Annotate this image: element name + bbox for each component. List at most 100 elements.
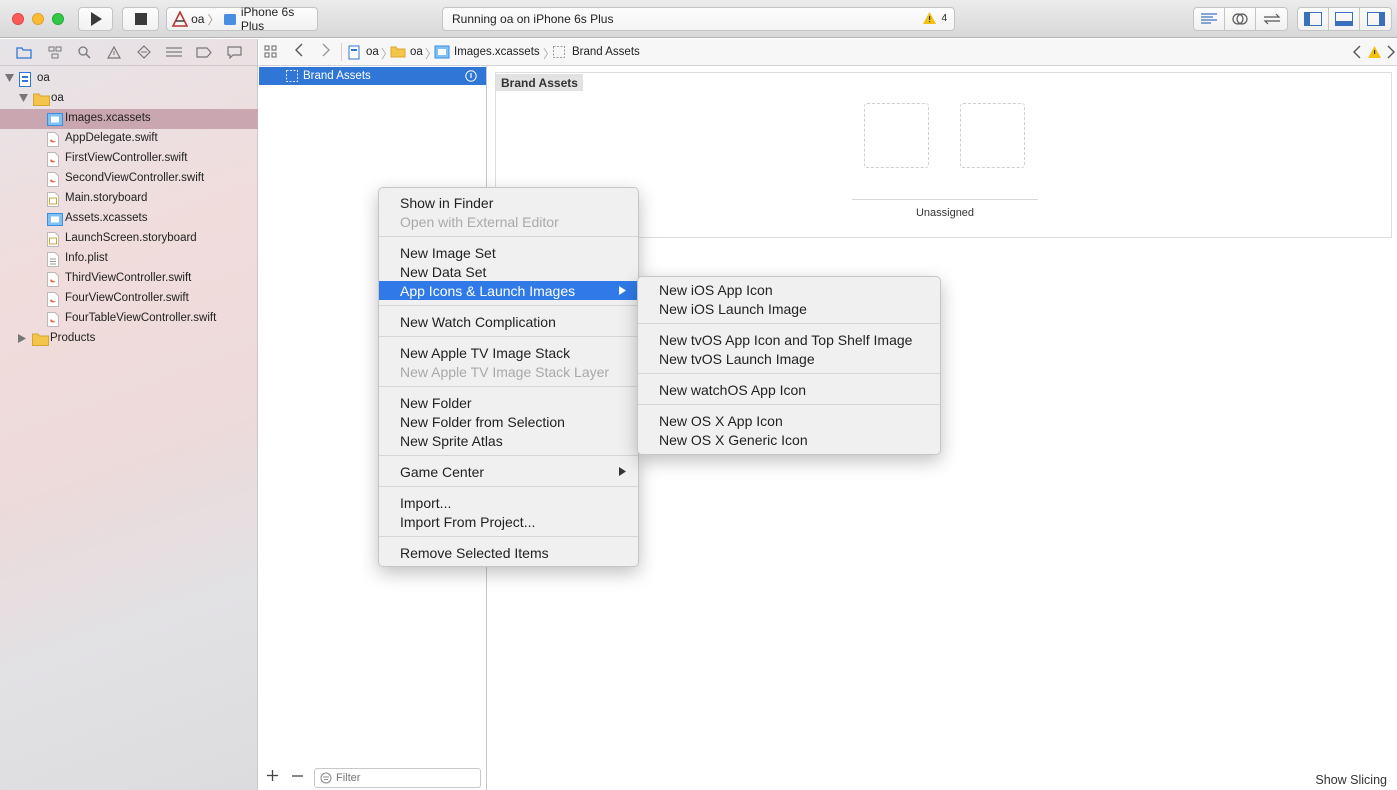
swift-file-icon (47, 272, 60, 287)
filter-input[interactable] (336, 772, 476, 784)
plist-file-icon (47, 252, 60, 267)
version-editor-button[interactable] (1255, 7, 1288, 31)
standard-editor-icon (1201, 13, 1217, 24)
zoom-window-button[interactable] (52, 13, 64, 25)
tree-row[interactable]: FourTableViewController.swift (0, 309, 258, 329)
asset-row-label: Brand Assets (303, 70, 371, 82)
tree-row[interactable]: Images.xcassets (0, 109, 258, 129)
tree-row[interactable]: FirstViewController.swift (0, 149, 258, 169)
filter-field[interactable] (314, 768, 481, 788)
menu-item[interactable]: New tvOS App Icon and Top Shelf Image (638, 330, 940, 349)
menu-item[interactable]: New Apple TV Image Stack (379, 343, 638, 362)
tree-row[interactable]: Products (0, 329, 258, 349)
toggle-utilities-button[interactable] (1359, 7, 1392, 31)
disclosure-expanded-icon[interactable] (19, 94, 29, 104)
breadcrumb-item[interactable]: Brand Assets (572, 46, 640, 58)
menu-item: New Apple TV Image Stack Layer (379, 362, 638, 381)
breadcrumb-item[interactable]: oa (410, 46, 423, 58)
breakpoint-icon[interactable] (195, 44, 213, 60)
menu-separator (379, 455, 638, 456)
warning-icon[interactable] (1368, 46, 1381, 58)
menu-item[interactable]: Show in Finder (379, 193, 638, 212)
test-diamond-icon[interactable] (135, 44, 153, 60)
menu-item[interactable]: New OS X App Icon (638, 411, 940, 430)
swift-file-icon (47, 152, 60, 167)
menu-item[interactable]: New iOS App Icon (638, 280, 940, 299)
menu-separator (638, 323, 940, 324)
run-button[interactable] (78, 7, 113, 31)
project-icon (19, 72, 32, 87)
standard-editor-button[interactable] (1193, 7, 1225, 31)
tree-row[interactable]: oa (0, 69, 258, 89)
tree-row[interactable]: LaunchScreen.storyboard (0, 229, 258, 249)
menu-separator (379, 486, 638, 487)
symbol-navigator-icon[interactable] (46, 44, 64, 60)
show-slicing-button[interactable]: Show Slicing (1315, 773, 1387, 787)
menu-item[interactable]: Import... (379, 493, 638, 512)
related-items-icon[interactable] (264, 45, 278, 59)
menu-item[interactable]: New tvOS Launch Image (638, 349, 940, 368)
context-menu: Show in Finder Open with External Editor N… (378, 187, 639, 567)
report-navigator-icon[interactable] (225, 44, 243, 60)
menu-item[interactable]: New Image Set (379, 243, 638, 262)
swift-file-icon (47, 132, 60, 147)
warning-icon[interactable] (923, 12, 936, 24)
tree-row[interactable]: oa (0, 89, 258, 109)
menu-item[interactable]: New iOS Launch Image (638, 299, 940, 318)
bottom-panel-icon (1335, 12, 1353, 26)
tree-row[interactable]: SecondViewController.swift (0, 169, 258, 189)
forward-button[interactable] (322, 43, 330, 57)
info-icon[interactable] (465, 70, 477, 82)
disclosure-expanded-icon[interactable] (5, 74, 15, 84)
storyboard-file-icon (47, 192, 60, 207)
scheme-selector[interactable]: oa 〉 iPhone 6s Plus (166, 5, 318, 33)
menu-item: Open with External Editor (379, 212, 638, 231)
menu-item[interactable]: New Folder (379, 393, 638, 412)
tree-row[interactable]: ThirdViewController.swift (0, 269, 258, 289)
search-icon[interactable] (75, 44, 93, 60)
toggle-debug-area-button[interactable] (1328, 7, 1360, 31)
close-window-button[interactable] (12, 13, 24, 25)
breadcrumb-item[interactable]: oa (366, 46, 379, 58)
menu-item[interactable]: New Data Set (379, 262, 638, 281)
menu-item[interactable]: App Icons & Launch Images (379, 281, 638, 300)
back-button[interactable] (295, 43, 303, 57)
tree-row[interactable]: Main.storyboard (0, 189, 258, 209)
menu-item[interactable]: New Watch Complication (379, 312, 638, 331)
warning-icon[interactable] (105, 44, 123, 60)
asset-row-brand-assets[interactable]: Brand Assets (259, 67, 486, 85)
folder-icon[interactable] (15, 44, 33, 60)
next-issue-button[interactable] (1387, 45, 1395, 59)
tree-row[interactable]: FourViewController.swift (0, 289, 258, 309)
menu-item-label: Show in Finder (400, 194, 494, 211)
remove-asset-button[interactable] (292, 775, 303, 777)
debug-navigator-icon[interactable] (165, 44, 183, 60)
asset-slot[interactable] (960, 103, 1025, 168)
previous-issue-button[interactable] (1353, 45, 1361, 59)
assistant-editor-button[interactable] (1224, 7, 1256, 31)
minimize-window-button[interactable] (32, 13, 44, 25)
tree-row-label: SecondViewController.swift (65, 172, 205, 184)
toggle-navigator-button[interactable] (1297, 7, 1329, 31)
menu-item[interactable]: Remove Selected Items (379, 543, 638, 562)
asset-slot[interactable] (864, 103, 929, 168)
scheme-target: oa (191, 12, 205, 26)
submenu-arrow-icon (619, 286, 626, 295)
chevron-right-icon (322, 43, 330, 57)
folder-icon (32, 332, 49, 347)
tree-row[interactable]: AppDelegate.swift (0, 129, 258, 149)
menu-item[interactable]: New Sprite Atlas (379, 431, 638, 450)
disclosure-collapsed-icon[interactable] (18, 334, 28, 344)
menu-item[interactable]: Game Center (379, 462, 638, 481)
add-asset-button[interactable] (267, 770, 278, 781)
menu-item[interactable]: New Folder from Selection (379, 412, 638, 431)
stop-button[interactable] (122, 7, 159, 31)
menu-item[interactable]: Import From Project... (379, 512, 638, 531)
breadcrumb-item[interactable]: Images.xcassets (454, 46, 540, 58)
tree-row[interactable]: Info.plist (0, 249, 258, 269)
menu-item-label: New OS X App Icon (659, 412, 783, 429)
tree-row[interactable]: Assets.xcassets (0, 209, 258, 229)
menu-item[interactable]: New watchOS App Icon (638, 380, 940, 399)
menu-item[interactable]: New OS X Generic Icon (638, 430, 940, 449)
folder-icon (33, 92, 50, 107)
